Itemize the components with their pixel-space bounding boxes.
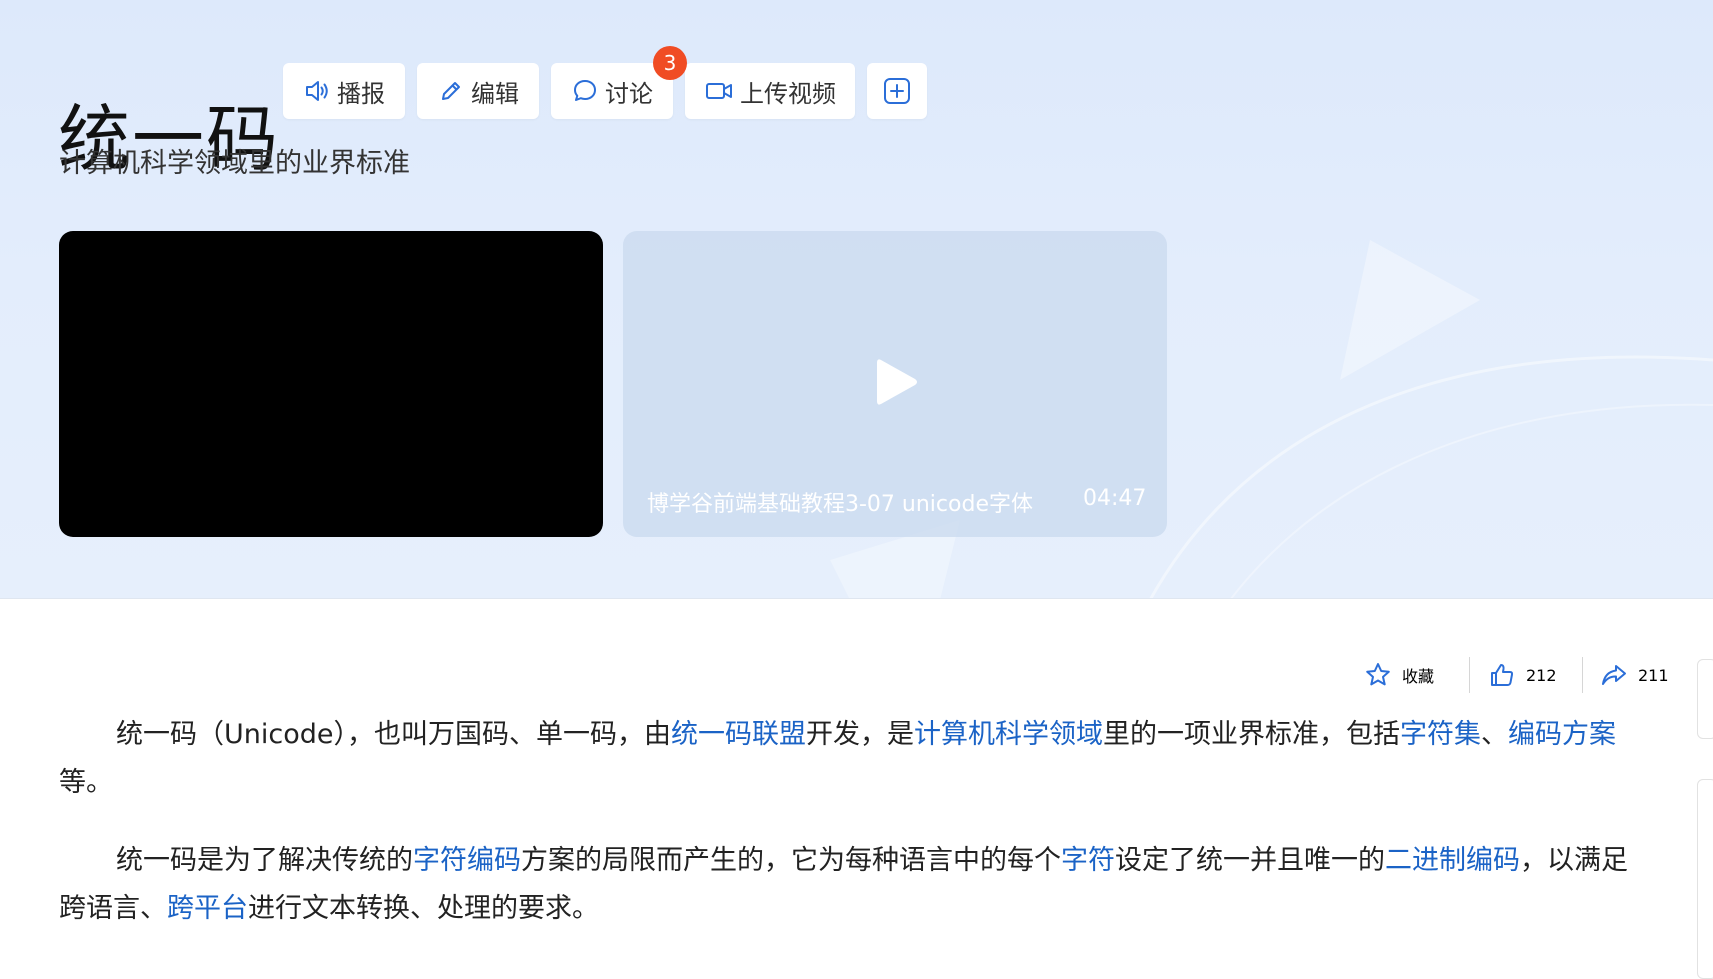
- side-panel-edge: [1697, 779, 1713, 979]
- link-character-set[interactable]: 字符集: [1400, 719, 1481, 750]
- chat-bubble-icon: [571, 77, 599, 105]
- broadcast-button-label: 播报: [337, 79, 385, 108]
- video-player[interactable]: [59, 231, 603, 537]
- upload-video-button[interactable]: 上传视频: [685, 63, 855, 119]
- edit-button[interactable]: 编辑: [417, 63, 539, 119]
- side-panel-edge: [1697, 659, 1713, 739]
- pencil-icon: [437, 77, 465, 105]
- link-unicode-consortium[interactable]: 统一码联盟: [671, 719, 806, 750]
- video-camera-icon: [704, 77, 734, 105]
- link-binary-code[interactable]: 二进制编码: [1385, 845, 1520, 876]
- thumbs-up-icon: [1491, 664, 1514, 686]
- stats-divider: [1582, 657, 1583, 693]
- speaker-icon: [303, 77, 331, 105]
- share-arrow-icon: [1602, 665, 1626, 685]
- link-character-encoding[interactable]: 字符编码: [413, 845, 521, 876]
- like-count: 212: [1526, 665, 1557, 685]
- hero-section: 统一码 播报 编辑 讨论 3 上传视频 计算机科学领域里的业界标准 博学谷前端基…: [0, 0, 1713, 600]
- stats-divider: [1469, 657, 1470, 693]
- favorite-button[interactable]: 收藏: [1364, 657, 1434, 693]
- video-duration: 04:47: [1083, 486, 1147, 511]
- favorite-label: 收藏: [1402, 667, 1435, 686]
- discussion-count-badge: 3: [653, 46, 687, 80]
- star-icon: [1366, 663, 1390, 686]
- play-icon: [875, 356, 919, 412]
- plus-square-icon: [881, 75, 913, 107]
- edit-button-label: 编辑: [471, 79, 519, 108]
- add-button[interactable]: [867, 63, 927, 119]
- intro-paragraph: 统一码（Unicode），也叫万国码、单一码，由统一码联盟开发，是计算机科学领域…: [59, 719, 1616, 798]
- link-computer-science[interactable]: 计算机科学领域: [914, 719, 1103, 750]
- video-caption: 博学谷前端基础教程3-07 unicode字体: [647, 492, 1033, 517]
- share-count: 211: [1638, 665, 1669, 685]
- discuss-button-label: 讨论: [605, 79, 653, 108]
- video-thumbnail[interactable]: 博学谷前端基础教程3-07 unicode字体 04:47: [623, 231, 1167, 537]
- page-subtitle: 计算机科学领域里的业界标准: [59, 148, 410, 179]
- like-button[interactable]: 212: [1488, 657, 1557, 693]
- article-content: 收藏 212 211 统一码（Unicode），也叫万国码、单一码，由统一码联盟…: [0, 598, 1713, 979]
- broadcast-button[interactable]: 播报: [283, 63, 405, 119]
- purpose-paragraph: 统一码是为了解决传统的字符编码方案的局限而产生的，它为每种语言中的每个字符设定了…: [59, 845, 1628, 924]
- share-button[interactable]: 211: [1600, 657, 1669, 693]
- link-encoding-scheme[interactable]: 编码方案: [1508, 719, 1616, 750]
- link-character[interactable]: 字符: [1061, 845, 1115, 876]
- link-cross-platform[interactable]: 跨平台: [167, 893, 248, 924]
- upload-video-button-label: 上传视频: [740, 79, 836, 108]
